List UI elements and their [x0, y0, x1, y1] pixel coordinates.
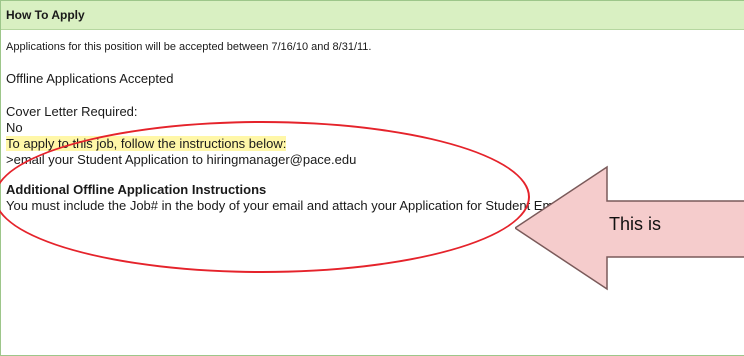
additional-instructions-title: Additional Offline Application Instructi…: [6, 182, 267, 197]
additional-instructions-block: Additional Offline Application Instructi…: [6, 182, 744, 214]
cover-letter-block: Cover Letter Required: No To apply to th…: [6, 104, 744, 168]
how-to-apply-panel: How To Apply Applications for this posit…: [0, 0, 744, 356]
panel-header: How To Apply: [1, 1, 744, 30]
screenshot-stage: How To Apply Applications for this posit…: [0, 0, 744, 356]
offline-applications-heading: Offline Applications Accepted: [6, 71, 174, 86]
instructions-email-line: >email your Student Application to hirin…: [6, 152, 357, 167]
acceptance-date-text: Applications for this position will be a…: [6, 41, 372, 53]
cover-letter-value: No: [6, 120, 23, 135]
panel-title: How To Apply: [6, 8, 85, 22]
panel-body: Applications for this position will be a…: [1, 40, 744, 214]
instructions-intro: To apply to this job, follow the instruc…: [6, 136, 287, 151]
cover-letter-label: Cover Letter Required:: [6, 104, 138, 119]
additional-instructions-text: You must include the Job# in the body of…: [6, 198, 681, 213]
